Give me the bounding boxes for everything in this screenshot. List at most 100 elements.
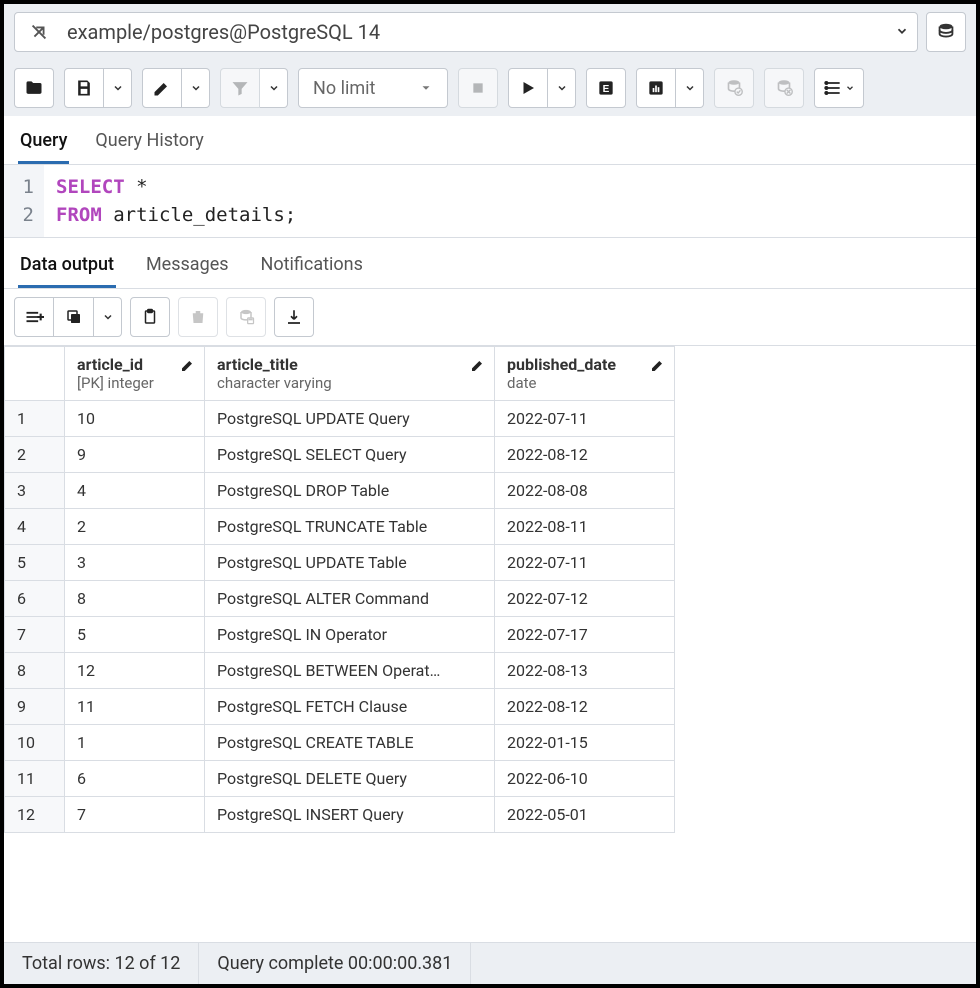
- status-timing: Query complete 00:00:00.381: [199, 943, 471, 984]
- cell-article_id[interactable]: 3: [65, 545, 205, 581]
- sql-editor[interactable]: 12 SELECT *FROM article_details;: [4, 165, 976, 238]
- delete-row-button[interactable]: [178, 297, 218, 337]
- macros-button[interactable]: [814, 68, 864, 108]
- table-row[interactable]: 116PostgreSQL DELETE Query2022-06-10: [5, 761, 675, 797]
- cell-published_date[interactable]: 2022-01-15: [495, 725, 675, 761]
- new-connection-button[interactable]: [926, 12, 966, 52]
- cell-published_date[interactable]: 2022-07-11: [495, 401, 675, 437]
- table-row[interactable]: 911PostgreSQL FETCH Clause2022-08-12: [5, 689, 675, 725]
- cell-article_id[interactable]: 5: [65, 617, 205, 653]
- cell-article_title[interactable]: PostgreSQL BETWEEN Operat…: [205, 653, 495, 689]
- cell-article_id[interactable]: 10: [65, 401, 205, 437]
- cell-published_date[interactable]: 2022-06-10: [495, 761, 675, 797]
- table-row[interactable]: 34PostgreSQL DROP Table2022-08-08: [5, 473, 675, 509]
- save-data-button[interactable]: [226, 297, 266, 337]
- run-dropdown-button[interactable]: [548, 68, 576, 108]
- table-row[interactable]: 101PostgreSQL CREATE TABLE2022-01-15: [5, 725, 675, 761]
- rollback-button[interactable]: [764, 68, 804, 108]
- connection-selector[interactable]: example/postgres@PostgreSQL 14: [14, 12, 918, 52]
- tab-data-output[interactable]: Data output: [18, 248, 116, 288]
- tab-messages[interactable]: Messages: [144, 248, 231, 288]
- cell-published_date[interactable]: 2022-05-01: [495, 797, 675, 833]
- results-grid[interactable]: article_id[PK] integerarticle_titlechara…: [4, 346, 976, 942]
- cell-article_id[interactable]: 1: [65, 725, 205, 761]
- paste-button[interactable]: [130, 297, 170, 337]
- cell-article_id[interactable]: 12: [65, 653, 205, 689]
- save-button[interactable]: [64, 68, 104, 108]
- cell-published_date[interactable]: 2022-08-11: [495, 509, 675, 545]
- table-row[interactable]: 42PostgreSQL TRUNCATE Table2022-08-11: [5, 509, 675, 545]
- cell-article_id[interactable]: 6: [65, 761, 205, 797]
- table-row[interactable]: 53PostgreSQL UPDATE Table2022-07-11: [5, 545, 675, 581]
- cell-published_date[interactable]: 2022-07-12: [495, 581, 675, 617]
- edit-column-icon[interactable]: [470, 357, 486, 377]
- explain-button[interactable]: E: [586, 68, 626, 108]
- query-tool-window: example/postgres@PostgreSQL 14: [0, 0, 980, 988]
- save-dropdown-button[interactable]: [104, 68, 132, 108]
- cell-article_id[interactable]: 7: [65, 797, 205, 833]
- cell-published_date[interactable]: 2022-08-12: [495, 689, 675, 725]
- filter-button[interactable]: [220, 68, 260, 108]
- cell-article_title[interactable]: PostgreSQL FETCH Clause: [205, 689, 495, 725]
- column-header-article_id[interactable]: article_id[PK] integer: [65, 347, 205, 401]
- edit-button[interactable]: [142, 68, 182, 108]
- edit-column-icon[interactable]: [180, 357, 196, 377]
- table-row[interactable]: 110PostgreSQL UPDATE Query2022-07-11: [5, 401, 675, 437]
- stop-button[interactable]: [458, 68, 498, 108]
- analyze-button[interactable]: [636, 68, 676, 108]
- cell-published_date[interactable]: 2022-08-08: [495, 473, 675, 509]
- analyze-group: [636, 68, 704, 108]
- limit-select[interactable]: No limit: [298, 68, 448, 108]
- table-row[interactable]: 29PostgreSQL SELECT Query2022-08-12: [5, 437, 675, 473]
- cell-article_title[interactable]: PostgreSQL IN Operator: [205, 617, 495, 653]
- cell-published_date[interactable]: 2022-07-17: [495, 617, 675, 653]
- cell-published_date[interactable]: 2022-08-12: [495, 437, 675, 473]
- cell-article_id[interactable]: 11: [65, 689, 205, 725]
- tab-query-history[interactable]: Query History: [93, 124, 205, 164]
- connection-status-icon: [19, 12, 59, 52]
- cell-article_title[interactable]: PostgreSQL DROP Table: [205, 473, 495, 509]
- copy-dropdown-button[interactable]: [94, 297, 122, 337]
- run-group: [508, 68, 576, 108]
- cell-article_title[interactable]: PostgreSQL TRUNCATE Table: [205, 509, 495, 545]
- limit-label: No limit: [313, 78, 375, 99]
- column-header-article_title[interactable]: article_titlecharacter varying: [205, 347, 495, 401]
- tab-notifications[interactable]: Notifications: [259, 248, 365, 288]
- table-row[interactable]: 75PostgreSQL IN Operator2022-07-17: [5, 617, 675, 653]
- edit-column-icon[interactable]: [650, 357, 666, 377]
- column-header-published_date[interactable]: published_datedate: [495, 347, 675, 401]
- connection-bar: example/postgres@PostgreSQL 14: [4, 4, 976, 60]
- cell-article_id[interactable]: 9: [65, 437, 205, 473]
- save-group: [64, 68, 132, 108]
- cell-article_title[interactable]: PostgreSQL UPDATE Table: [205, 545, 495, 581]
- cell-article_title[interactable]: PostgreSQL INSERT Query: [205, 797, 495, 833]
- cell-published_date[interactable]: 2022-08-13: [495, 653, 675, 689]
- editor-code[interactable]: SELECT *FROM article_details;: [44, 165, 308, 237]
- run-button[interactable]: [508, 68, 548, 108]
- table-row[interactable]: 812PostgreSQL BETWEEN Operat…2022-08-13: [5, 653, 675, 689]
- cell-article_title[interactable]: PostgreSQL CREATE TABLE: [205, 725, 495, 761]
- edit-dropdown-button[interactable]: [182, 68, 210, 108]
- copy-button[interactable]: [54, 297, 94, 337]
- cell-published_date[interactable]: 2022-07-11: [495, 545, 675, 581]
- row-number: 11: [5, 761, 65, 797]
- cell-article_title[interactable]: PostgreSQL DELETE Query: [205, 761, 495, 797]
- analyze-dropdown-button[interactable]: [676, 68, 704, 108]
- svg-text:E: E: [603, 84, 610, 95]
- filter-group: [220, 68, 288, 108]
- row-number: 10: [5, 725, 65, 761]
- open-file-button[interactable]: [14, 68, 54, 108]
- cell-article_title[interactable]: PostgreSQL UPDATE Query: [205, 401, 495, 437]
- cell-article_id[interactable]: 4: [65, 473, 205, 509]
- download-button[interactable]: [274, 297, 314, 337]
- table-row[interactable]: 127PostgreSQL INSERT Query2022-05-01: [5, 797, 675, 833]
- tab-query[interactable]: Query: [18, 124, 69, 164]
- table-row[interactable]: 68PostgreSQL ALTER Command2022-07-12: [5, 581, 675, 617]
- cell-article_id[interactable]: 2: [65, 509, 205, 545]
- commit-button[interactable]: [714, 68, 754, 108]
- cell-article_title[interactable]: PostgreSQL SELECT Query: [205, 437, 495, 473]
- cell-article_title[interactable]: PostgreSQL ALTER Command: [205, 581, 495, 617]
- add-row-button[interactable]: [14, 297, 54, 337]
- filter-dropdown-button[interactable]: [260, 68, 288, 108]
- cell-article_id[interactable]: 8: [65, 581, 205, 617]
